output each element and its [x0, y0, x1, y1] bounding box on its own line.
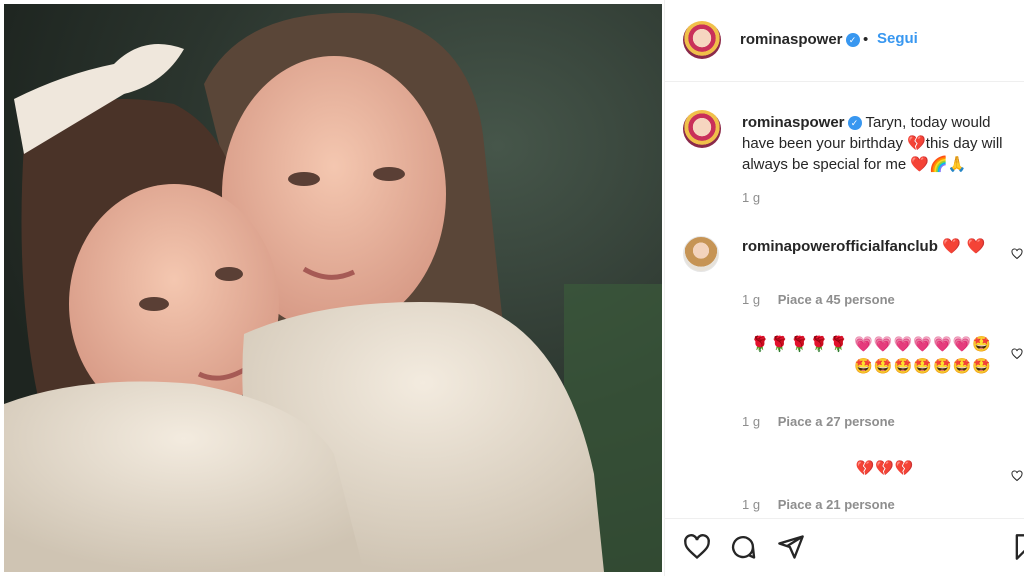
comment-icon[interactable]	[729, 533, 757, 561]
comment-meta: 1 g Piace a 27 persone	[742, 414, 895, 429]
post-photo[interactable]	[4, 4, 662, 572]
caption-timestamp[interactable]: 1 g	[742, 190, 760, 205]
comment-timestamp[interactable]: 1 g	[742, 414, 760, 429]
post-side-panel: rominaspower ✓ • Segui rominaspower ✓ Tary…	[664, 0, 1024, 576]
comment-timestamp[interactable]: 1 g	[742, 292, 760, 307]
comment-text-block: 💔💔💔	[805, 458, 965, 480]
follow-button[interactable]: Segui	[877, 30, 918, 47]
comment-body: ❤️ ❤️	[942, 238, 987, 255]
comment-like-heart-icon[interactable]	[1011, 348, 1023, 360]
commenter-username[interactable]: rominapowerofficialfanclub	[742, 238, 938, 255]
comment-meta: 1 g Piace a 21 persone	[742, 497, 895, 512]
photo-illustration	[4, 4, 662, 572]
comment-timestamp[interactable]: 1 g	[742, 497, 760, 512]
comment-meta: 1 g Piace a 45 persone	[742, 292, 895, 307]
comment-likes-count[interactable]: Piace a 21 persone	[778, 497, 895, 512]
separator-dot: •	[863, 31, 869, 48]
post-header: rominaspower ✓ • Segui	[665, 0, 1024, 82]
author-avatar[interactable]	[683, 21, 721, 59]
comment-likes-count[interactable]: Piace a 45 persone	[778, 292, 895, 307]
caption-text-block: rominaspower ✓ Taryn, today would have be…	[742, 112, 1020, 175]
author-username[interactable]: rominaspower ✓	[740, 31, 860, 48]
bookmark-icon[interactable]	[1011, 533, 1024, 561]
caption-username[interactable]: rominaspower	[742, 114, 845, 131]
comment-text-block: 🌹🌹🌹🌹🌹 💗💗💗💗💗💗🤩🤩🤩🤩🤩🤩🤩🤩	[742, 334, 992, 378]
comment-text-block: rominapowerofficialfanclub ❤️ ❤️	[742, 236, 1012, 258]
heart-icon[interactable]	[683, 533, 711, 561]
verified-badge-icon: ✓	[847, 116, 862, 130]
comment-body: 🌹🌹🌹🌹🌹 💗💗💗💗💗💗🤩🤩🤩🤩🤩🤩🤩🤩	[750, 336, 992, 375]
comment-likes-count[interactable]: Piace a 27 persone	[778, 414, 895, 429]
caption-avatar[interactable]	[683, 110, 721, 148]
comment-like-heart-icon[interactable]	[1011, 470, 1023, 482]
verified-badge-icon: ✓	[845, 33, 860, 47]
comment-like-heart-icon[interactable]	[1011, 248, 1023, 260]
post-action-bar	[665, 518, 1024, 576]
share-icon[interactable]	[777, 533, 805, 561]
comment-body: 💔💔💔	[855, 460, 915, 477]
commenter-avatar[interactable]	[683, 236, 719, 272]
author-username-text[interactable]: rominaspower	[740, 31, 843, 48]
